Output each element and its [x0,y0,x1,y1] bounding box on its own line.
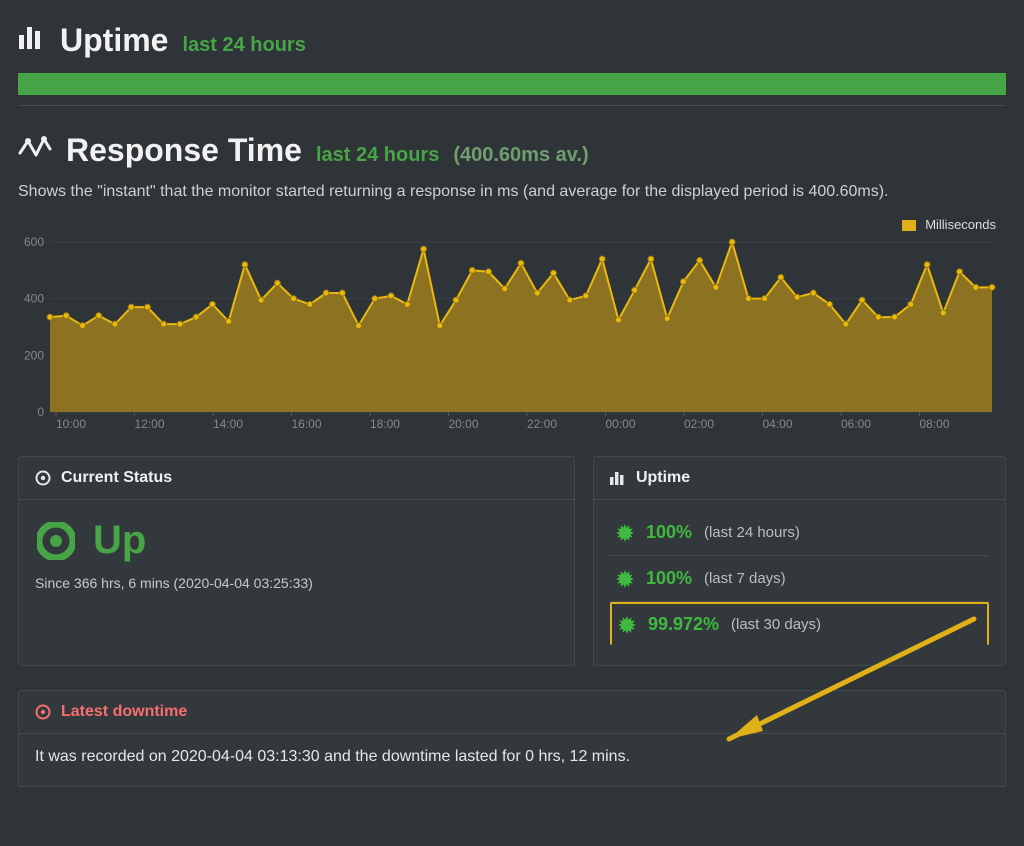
uptime-row: 100% (last 24 hours) [610,510,989,556]
response-chart: Milliseconds 0 200 400 600 10:00 12:00 14:00 16… [18,217,996,436]
uptime-subtitle: last 24 hours [182,34,305,57]
svg-text:02:00: 02:00 [684,417,714,431]
divider [18,105,1006,106]
uptime-pct: 99.972% [648,614,719,635]
svg-text:600: 600 [24,236,44,249]
svg-text:200: 200 [24,348,44,362]
uptime-pct: 100% [646,522,692,543]
bars-icon [610,471,626,486]
uptime-section-heading: Uptime last 24 hours [18,22,1006,59]
burst-icon [616,570,634,588]
uptime-period: (last 7 days) [704,570,786,587]
response-subtitle: last 24 hours [316,144,439,167]
svg-text:16:00: 16:00 [292,417,322,431]
chart-legend: Milliseconds [18,217,996,232]
uptime-period: (last 30 days) [731,616,821,633]
response-subtitle-meta: (400.60ms av.) [453,144,588,167]
current-status-header: Current Status [61,469,172,487]
activity-icon [18,133,52,161]
svg-text:14:00: 14:00 [213,417,243,431]
status-up-icon [37,522,75,560]
uptime-row: 99.972% (last 30 days) [610,602,989,645]
uptime-title: Uptime [60,22,168,59]
current-status-card: Current Status Up Since 366 hrs, 6 mins … [18,456,575,666]
latest-downtime-text: It was recorded on 2020-04-04 03:13:30 a… [19,734,1005,786]
svg-text:06:00: 06:00 [841,417,871,431]
legend-swatch [902,220,916,231]
response-title: Response Time [66,132,302,169]
uptime-row: 100% (last 7 days) [610,556,989,602]
svg-text:00:00: 00:00 [606,417,636,431]
svg-text:0: 0 [37,405,44,419]
svg-text:22:00: 22:00 [527,417,557,431]
svg-text:12:00: 12:00 [135,417,165,431]
svg-text:18:00: 18:00 [370,417,400,431]
status-since: Since 366 hrs, 6 mins (2020-04-04 03:25:… [35,575,558,591]
legend-label: Milliseconds [925,217,996,232]
latest-downtime-panel: Latest downtime It was recorded on 2020-… [18,690,1006,787]
svg-text:10:00: 10:00 [56,417,86,431]
status-value: Up [93,518,146,563]
latest-downtime-header: Latest downtime [61,703,187,721]
burst-icon [616,524,634,542]
svg-text:04:00: 04:00 [763,417,793,431]
burst-icon [618,616,636,634]
response-time-heading: Response Time last 24 hours (400.60ms av… [18,132,1006,169]
uptime-card-header: Uptime [636,469,690,487]
target-icon [35,704,51,720]
uptime-pct: 100% [646,568,692,589]
bars-icon [18,25,46,51]
svg-text:08:00: 08:00 [920,417,950,431]
uptime-bar [18,73,1006,95]
svg-text:20:00: 20:00 [449,417,479,431]
response-description: Shows the "instant" that the monitor sta… [18,183,1006,201]
uptime-card: Uptime 100% (last 24 hours) 100% (last 7 da… [593,456,1006,666]
svg-text:400: 400 [24,292,44,306]
uptime-period: (last 24 hours) [704,524,800,541]
target-icon [35,470,51,486]
